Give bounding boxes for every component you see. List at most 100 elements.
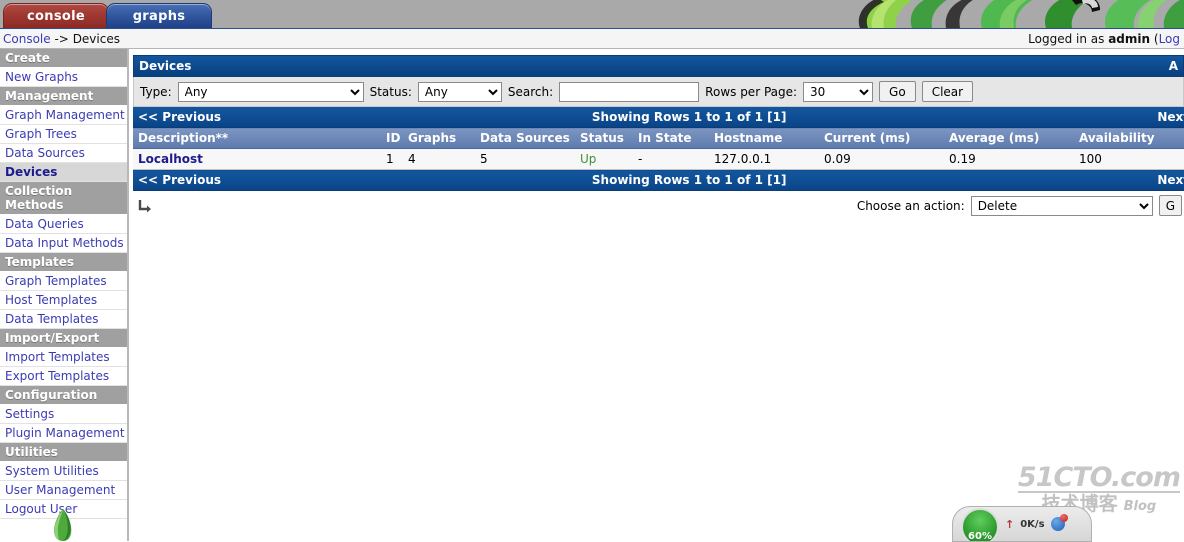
breadcrumb-current: Devices bbox=[72, 31, 120, 46]
sidebar-item-export-templates[interactable]: Export Templates bbox=[0, 367, 127, 386]
sidebar-item-user-management[interactable]: User Management bbox=[0, 481, 127, 500]
pager-row-top: << Previous Showing Rows 1 to 1 of 1 [1]… bbox=[133, 107, 1184, 128]
choose-action-label: Choose an action: bbox=[856, 198, 965, 213]
sidebar-item-data-sources[interactable]: Data Sources bbox=[0, 144, 127, 163]
cell-graphs: 4 bbox=[403, 148, 475, 170]
breadcrumb-root-link[interactable]: Console bbox=[3, 32, 51, 46]
search-input[interactable] bbox=[559, 81, 700, 102]
next-link-bottom[interactable]: Next bbox=[1157, 173, 1184, 187]
network-speed-value: 0K/s bbox=[1020, 518, 1045, 530]
action-select[interactable]: Delete bbox=[970, 195, 1153, 216]
sidebar: Create New Graphs Management Graph Manageme… bbox=[0, 49, 129, 541]
previous-link-top[interactable]: << Previous bbox=[138, 110, 221, 124]
devices-panel-title: Devices A bbox=[133, 55, 1184, 77]
action-controls: Choose an action: Delete G bbox=[857, 195, 1182, 216]
sidebar-menu: Create New Graphs Management Graph Manageme… bbox=[0, 49, 127, 519]
devices-filter-bar: Type: Any Status: Any Search: Rows per P… bbox=[133, 77, 1184, 107]
column-header-in-state[interactable]: In State bbox=[633, 127, 709, 149]
table-body: Localhost 1 4 5 Up -127.0.0.1 0.09 0.19 100 bbox=[133, 148, 1184, 170]
cell-in-state: - bbox=[633, 148, 709, 170]
upload-arrow-icon: ↑ bbox=[1005, 517, 1015, 531]
sidebar-item-new-graphs[interactable]: New Graphs bbox=[0, 68, 127, 87]
page-title: Devices bbox=[139, 59, 192, 73]
main-tabs: console graphs bbox=[3, 3, 212, 28]
arrow-turn-down-right-icon bbox=[137, 198, 153, 214]
table-column-headers: Description** ID Graphs Data Sources Status I… bbox=[133, 127, 1184, 149]
cacti-logo-banner bbox=[850, 0, 1184, 28]
sidebar-item-graph-templates[interactable]: Graph Templates bbox=[0, 272, 127, 291]
cell-description[interactable]: Localhost bbox=[133, 148, 381, 170]
status-select[interactable]: Any bbox=[417, 81, 502, 102]
breadcrumb: Console -> Devices bbox=[3, 32, 120, 46]
sidebar-item-plugin-management[interactable]: Plugin Management bbox=[0, 424, 127, 443]
sidebar-item-settings[interactable]: Settings bbox=[0, 405, 127, 424]
search-label: Search: bbox=[507, 84, 554, 99]
desktop-network-widget[interactable]: 60% ↑ 0K/s bbox=[952, 506, 1092, 542]
top-banner: console graphs bbox=[0, 0, 1184, 28]
sidebar-item-data-input-methods[interactable]: Data Input Methods bbox=[0, 234, 127, 253]
tab-console-label: console bbox=[27, 8, 85, 24]
column-header-graphs[interactable]: Graphs bbox=[403, 127, 475, 149]
devices-table: << Previous Showing Rows 1 to 1 of 1 [1]… bbox=[133, 107, 1184, 191]
tab-graphs-label: graphs bbox=[132, 8, 186, 24]
cacti-console-screen: console graphs Console -> Devices Logged… bbox=[0, 0, 1184, 542]
cpu-gauge: 60% bbox=[961, 508, 999, 542]
sidebar-header-create: Create bbox=[0, 49, 127, 68]
column-header-data-sources[interactable]: Data Sources bbox=[475, 127, 575, 149]
cell-availability: 100 bbox=[1074, 148, 1184, 170]
sidebar-item-import-templates[interactable]: Import Templates bbox=[0, 348, 127, 367]
tab-graphs[interactable]: graphs bbox=[106, 3, 212, 28]
table-row[interactable]: Localhost 1 4 5 Up -127.0.0.1 0.09 0.19 100 bbox=[133, 148, 1184, 170]
type-select[interactable]: Any bbox=[177, 81, 364, 102]
sidebar-item-host-templates[interactable]: Host Templates bbox=[0, 291, 127, 310]
bulk-action-row: Choose an action: Delete G bbox=[133, 191, 1184, 216]
gauge-value: 60% bbox=[968, 531, 992, 542]
showing-rows-top: Showing Rows 1 to 1 of 1 [1] bbox=[591, 110, 787, 124]
add-device-link[interactable]: A bbox=[1169, 59, 1178, 73]
sidebar-item-system-utilities[interactable]: System Utilities bbox=[0, 462, 127, 481]
sidebar-item-graph-management[interactable]: Graph Management bbox=[0, 106, 127, 125]
login-username: admin bbox=[1108, 31, 1151, 46]
rows-per-page-label: Rows per Page: bbox=[705, 84, 798, 99]
sidebar-header-import-export: Import/Export bbox=[0, 329, 127, 348]
type-label: Type: bbox=[140, 84, 172, 99]
main-content: Devices A Type: Any Status: Any Search: … bbox=[129, 49, 1184, 216]
previous-link-bottom[interactable]: << Previous bbox=[138, 173, 221, 187]
go-button[interactable]: Go bbox=[879, 81, 916, 102]
login-prefix: Logged in as bbox=[1028, 31, 1109, 46]
breadcrumb-bar: Console -> Devices Logged in as admin (L… bbox=[0, 28, 1184, 49]
next-link-top[interactable]: Next bbox=[1157, 110, 1184, 124]
status-label: Status: bbox=[369, 84, 412, 99]
sidebar-header-utilities: Utilities bbox=[0, 443, 127, 462]
sidebar-header-management: Management bbox=[0, 87, 127, 106]
sidebar-item-data-templates[interactable]: Data Templates bbox=[0, 310, 127, 329]
login-status: Logged in as admin (Log bbox=[1028, 32, 1182, 46]
sidebar-header-collection-methods: Collection Methods bbox=[0, 182, 127, 215]
sidebar-cactus-logo bbox=[0, 507, 125, 541]
sidebar-item-devices[interactable]: Devices bbox=[0, 163, 127, 182]
sidebar-header-configuration: Configuration bbox=[0, 386, 127, 405]
sidebar-header-templates: Templates bbox=[0, 253, 127, 272]
column-header-hostname[interactable]: Hostname bbox=[709, 127, 819, 149]
sidebar-item-graph-trees[interactable]: Graph Trees bbox=[0, 125, 127, 144]
cell-status: Up bbox=[575, 148, 633, 170]
column-header-current-ms[interactable]: Current (ms) bbox=[819, 127, 944, 149]
showing-rows-bottom: Showing Rows 1 to 1 of 1 [1] bbox=[591, 173, 787, 187]
clear-button[interactable]: Clear bbox=[921, 81, 974, 102]
network-status-icon bbox=[1050, 514, 1068, 531]
cell-hostname: 127.0.0.1 bbox=[709, 148, 819, 170]
rows-per-page-select[interactable]: 30 bbox=[803, 81, 874, 102]
cell-current-ms: 0.09 bbox=[819, 148, 944, 170]
column-header-average-ms[interactable]: Average (ms) bbox=[944, 127, 1074, 149]
sidebar-item-data-queries[interactable]: Data Queries bbox=[0, 215, 127, 234]
column-header-id[interactable]: ID bbox=[381, 127, 403, 149]
action-go-button[interactable]: G bbox=[1158, 195, 1182, 216]
pager-row-bottom: << Previous Showing Rows 1 to 1 of 1 [1]… bbox=[133, 169, 1184, 191]
cell-average-ms: 0.19 bbox=[944, 148, 1074, 170]
column-header-availability[interactable]: Availability bbox=[1074, 127, 1184, 149]
column-header-description[interactable]: Description** bbox=[133, 127, 381, 149]
body-wrap: Create New Graphs Management Graph Manageme… bbox=[0, 49, 1184, 541]
column-header-status[interactable]: Status bbox=[575, 127, 633, 149]
tab-console[interactable]: console bbox=[3, 3, 109, 28]
logout-link[interactable]: Log bbox=[1159, 32, 1180, 46]
